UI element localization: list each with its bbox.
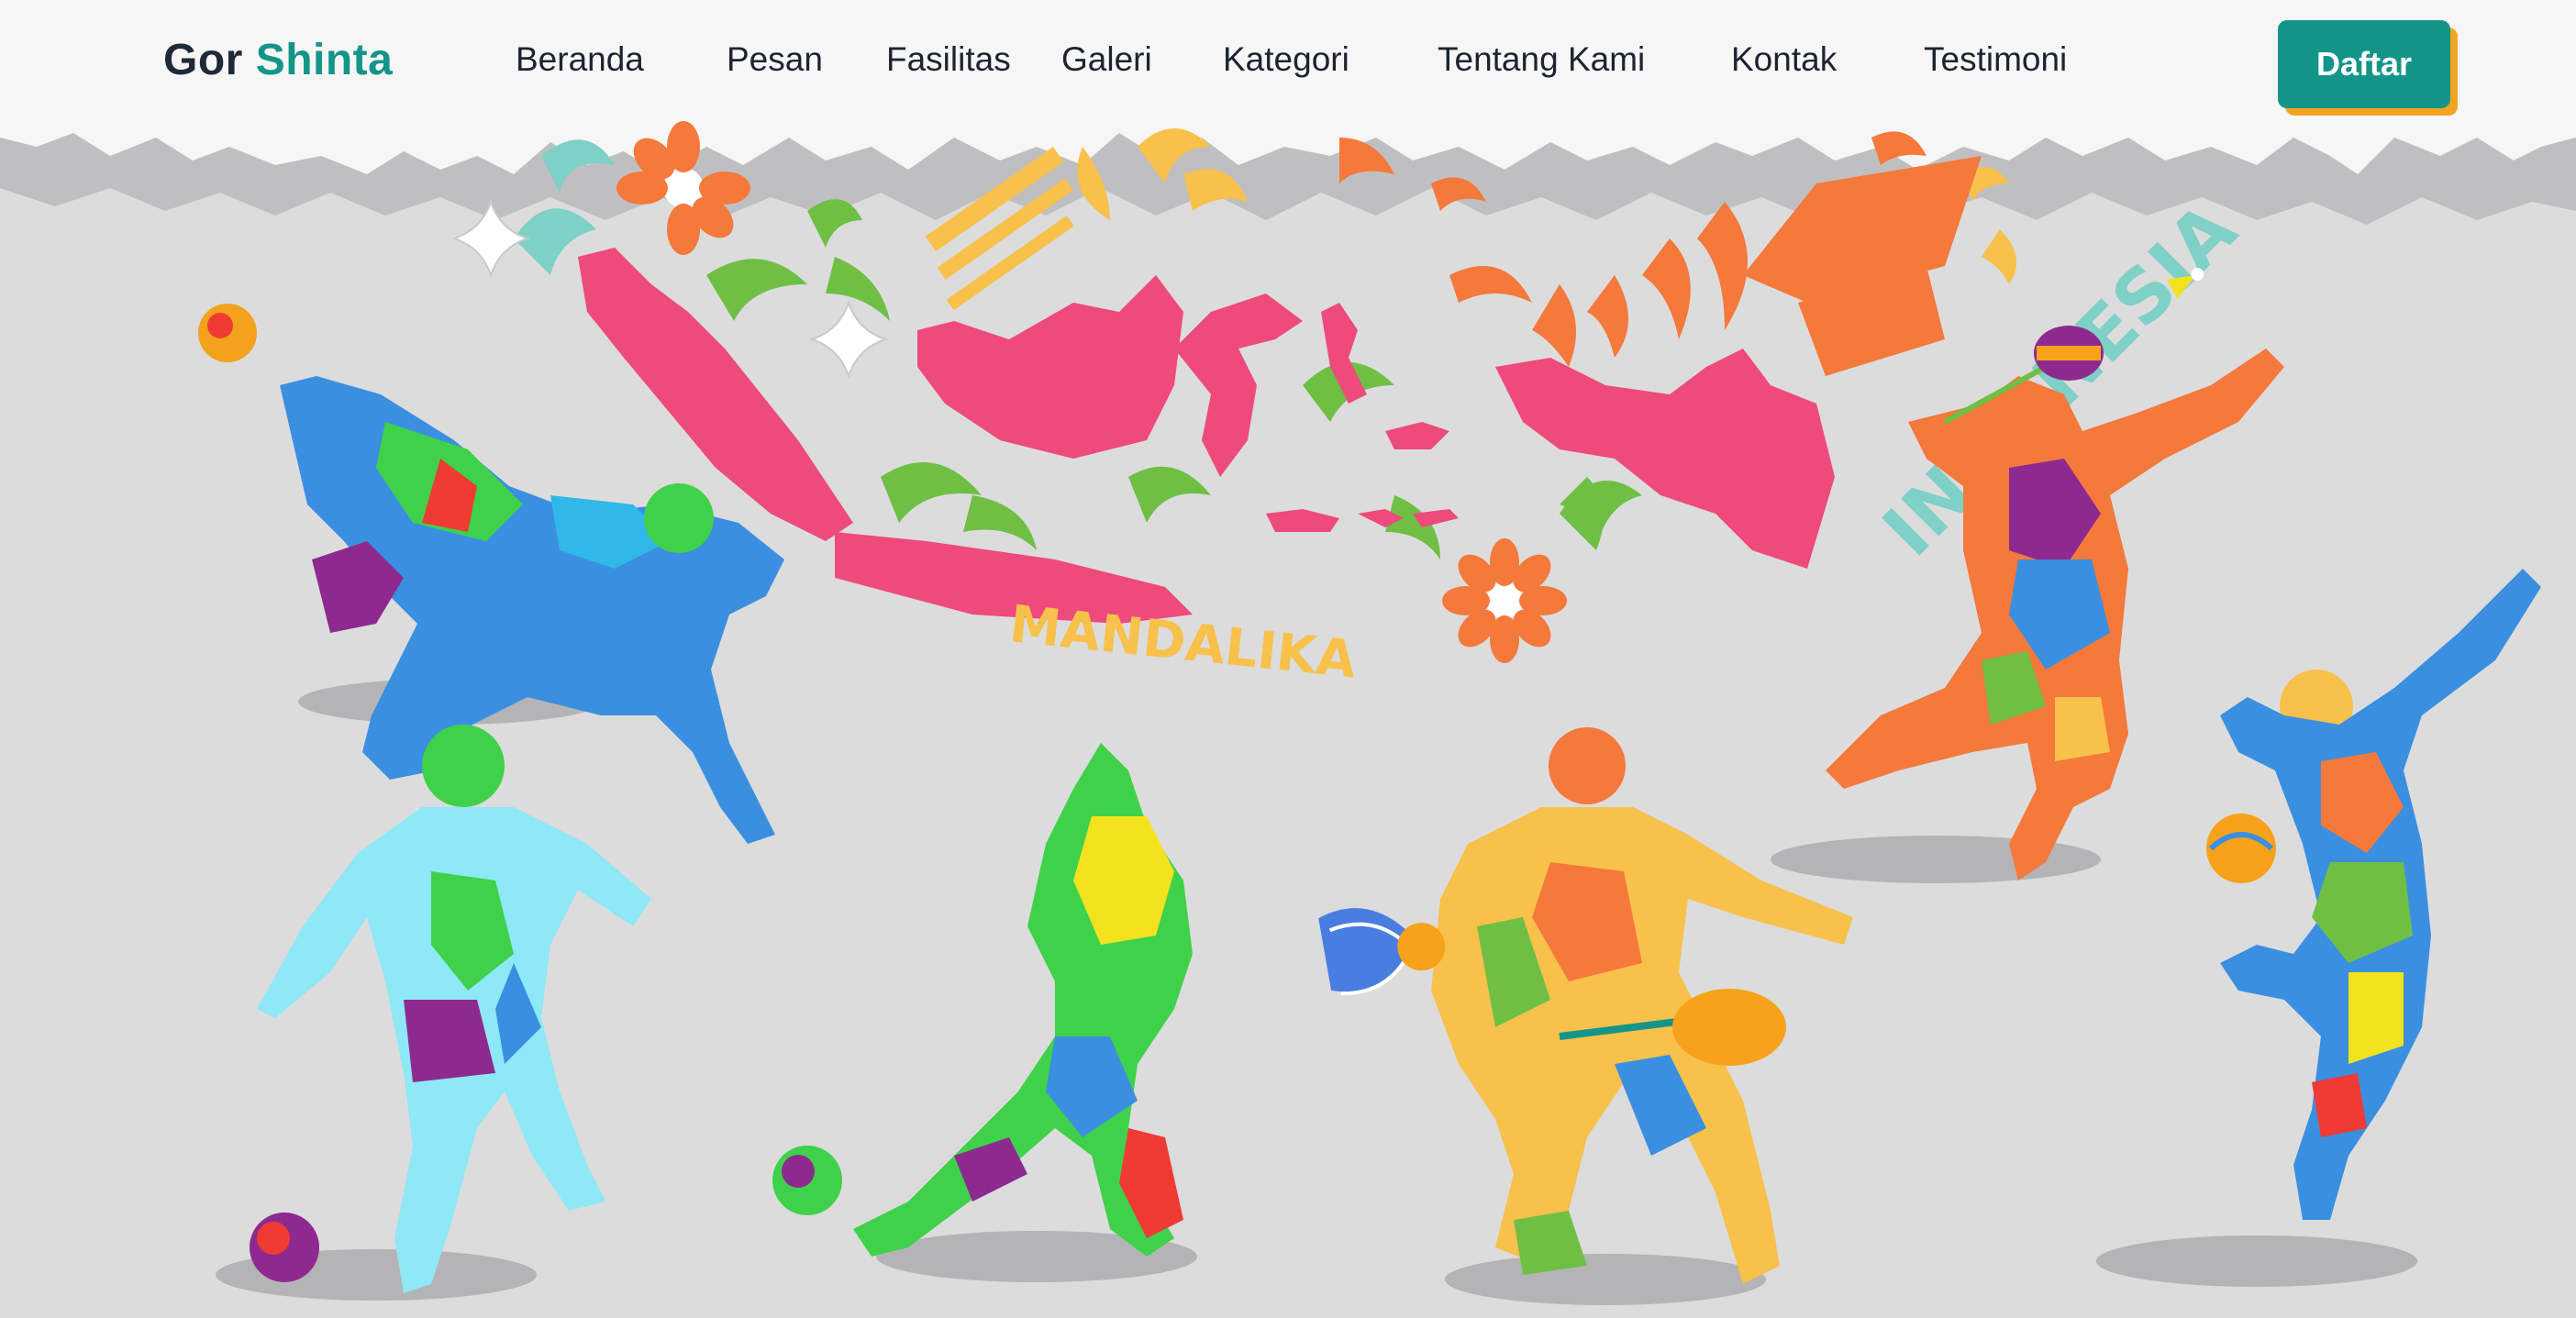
decor-flower-bottom — [1442, 538, 1567, 663]
nav-item-kategori[interactable]: Kategori — [1223, 40, 1349, 79]
brand-second: Shinta — [255, 36, 394, 84]
hero-illustration: MANDALIKA INDONESIA — [0, 0, 2576, 1305]
nav-item-tentang-kami[interactable]: Tentang Kami — [1438, 40, 1645, 79]
shuttlecock-large — [1318, 908, 1446, 996]
top-navbar: Gor Shinta Beranda Pesan Fasilitas Galer… — [0, 0, 2576, 128]
nav-item-galeri[interactable]: Galeri — [1061, 40, 1152, 79]
nav-item-testimoni[interactable]: Testimoni — [1924, 40, 2067, 79]
brand-logo[interactable]: Gor Shinta — [163, 35, 393, 85]
nav-item-pesan[interactable]: Pesan — [727, 40, 823, 79]
player-dribbling — [257, 725, 651, 1293]
player-kicking — [853, 743, 1193, 1257]
daftar-button[interactable]: Daftar — [2278, 20, 2450, 108]
nav-item-fasilitas[interactable]: Fasilitas — [886, 40, 1011, 79]
player-volleyball — [2220, 569, 2541, 1220]
nav-item-beranda[interactable]: Beranda — [516, 40, 644, 79]
nav-item-kontak[interactable]: Kontak — [1731, 40, 1837, 79]
volleyball — [2206, 814, 2276, 883]
brand-first: Gor — [163, 36, 243, 84]
player-badminton-jump — [1826, 326, 2284, 881]
player-badminton-crouch — [1431, 727, 1853, 1284]
